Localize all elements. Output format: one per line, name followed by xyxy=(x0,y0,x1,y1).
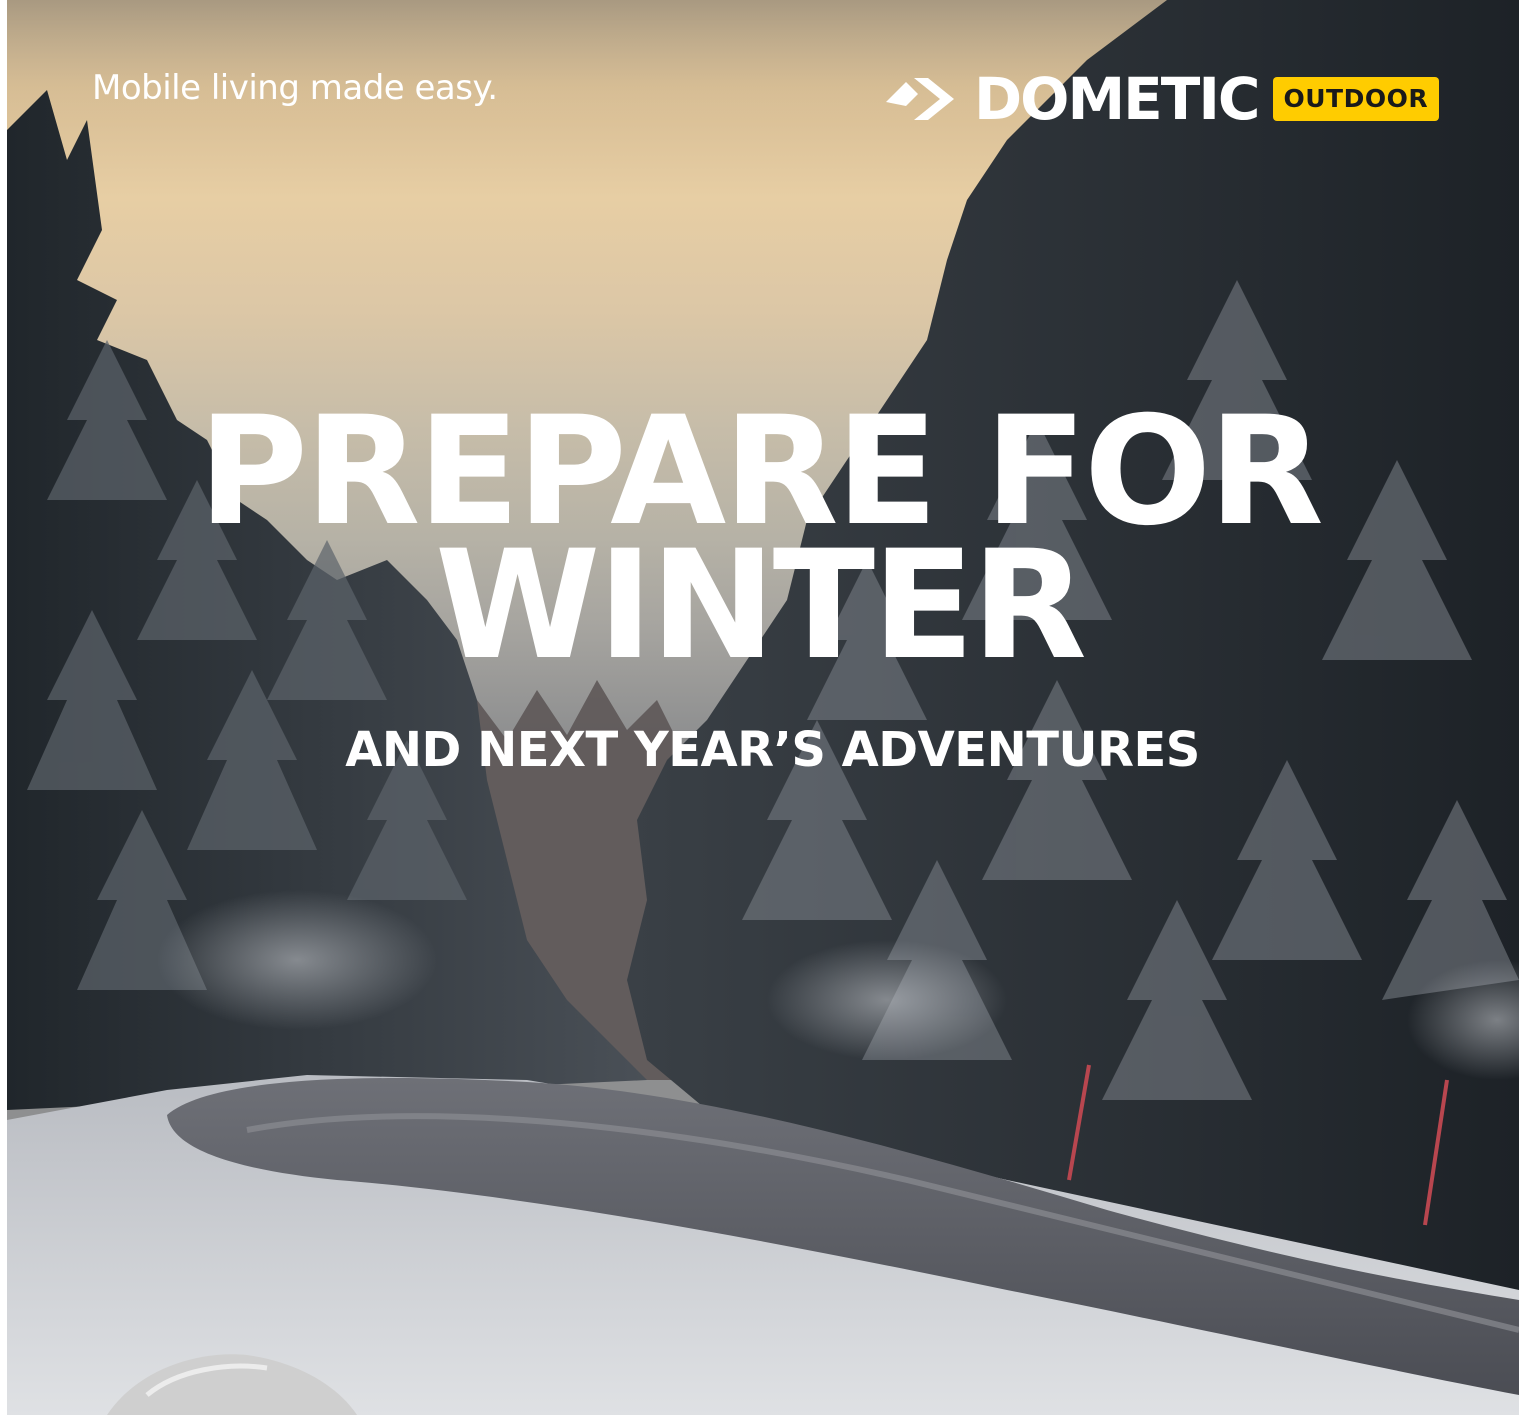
brand-name: DOMETIC xyxy=(974,65,1260,133)
chevron-logo-icon xyxy=(886,78,954,120)
subheadline: AND NEXT YEAR’S ADVENTURES xyxy=(345,722,1200,778)
tagline: Mobile living made easy. xyxy=(92,68,498,108)
left-margin xyxy=(0,0,7,1415)
headline-line-2: WINTER xyxy=(434,519,1087,693)
brand-badge: OUTDOOR xyxy=(1272,77,1440,121)
scene-illustration xyxy=(7,0,1519,1415)
dometic-outdoor-logo[interactable]: DOMETIC OUTDOOR xyxy=(884,65,1440,133)
snowy-forest-road-photo xyxy=(7,0,1519,1415)
headline: PREPARE FOR WINTER xyxy=(0,397,1519,693)
winter-campaign-banner: Mobile living made easy. DOMETIC OUTDOOR… xyxy=(0,0,1519,1415)
